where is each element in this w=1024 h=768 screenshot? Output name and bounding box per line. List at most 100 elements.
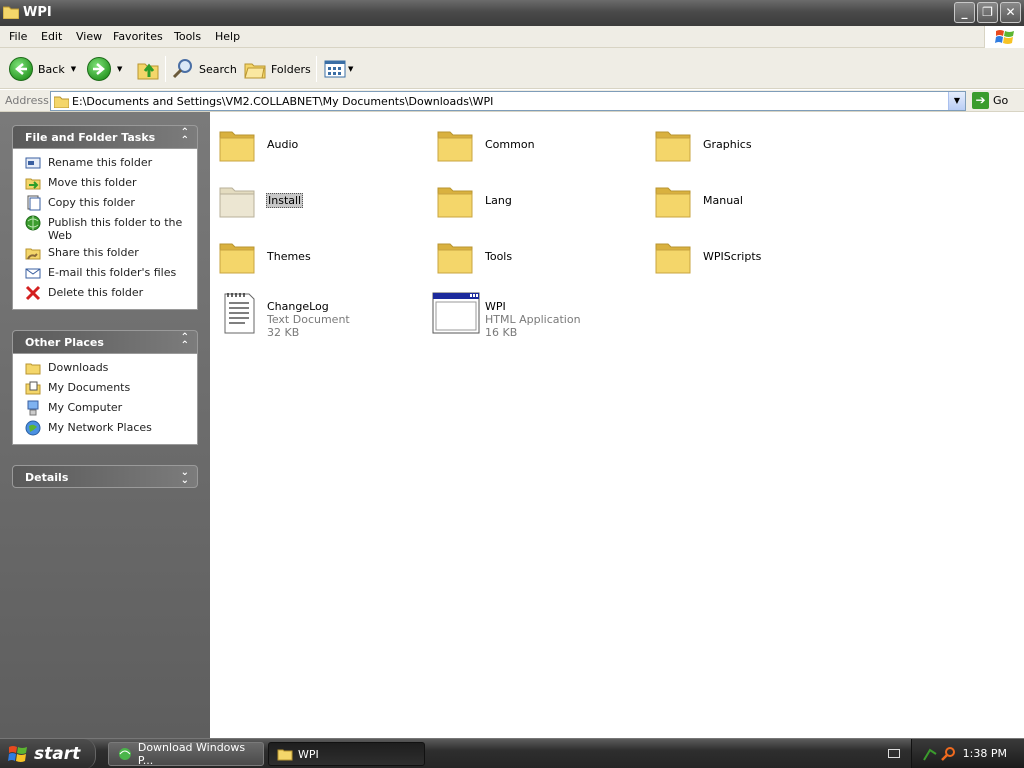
folder-name: Lang <box>485 194 512 207</box>
start-label: start <box>34 744 81 764</box>
my-documents-icon <box>25 381 41 395</box>
file-item[interactable]: ChangeLog Text Document 32 KB <box>210 286 410 342</box>
folder-item[interactable]: Themes <box>210 228 410 278</box>
folder-item[interactable]: Lang <box>428 172 628 222</box>
folder-icon <box>436 182 474 218</box>
folder-item[interactable]: Audio <box>210 116 410 166</box>
folders-button[interactable]: Folders <box>244 54 311 84</box>
menu-help[interactable]: Help <box>215 30 240 43</box>
folder-icon <box>436 238 474 274</box>
other-places-panel: Other Places ⌃ ⌃ Downloads My Documents M… <box>12 330 198 445</box>
task-publish-web[interactable]: Publish this folder to the Web <box>25 215 197 245</box>
folder-item[interactable]: Tools <box>428 228 628 278</box>
file-item[interactable]: WPI HTML Application 16 KB <box>428 286 628 342</box>
folder-icon <box>654 238 692 274</box>
forward-arrow-icon <box>87 57 111 81</box>
task-delete[interactable]: Delete this folder <box>25 285 197 305</box>
taskbar-item-wpi[interactable]: WPI <box>268 742 425 766</box>
title-bar: WPI _ ❐ ✕ <box>0 0 1024 26</box>
folder-item[interactable]: Graphics <box>646 116 846 166</box>
network-tray-icon[interactable] <box>922 746 938 762</box>
folder-icon <box>218 238 256 274</box>
toolbar-separator <box>165 56 166 82</box>
menu-favorites[interactable]: Favorites <box>113 30 163 43</box>
folder-item[interactable]: Install <box>210 172 410 222</box>
forward-button[interactable]: ▼ <box>87 54 122 84</box>
folder-name: Common <box>485 138 535 151</box>
search-label: Search <box>199 62 237 76</box>
go-label: Go <box>993 94 1009 107</box>
task-rename[interactable]: Rename this folder <box>25 155 197 175</box>
task-move[interactable]: Move this folder <box>25 175 197 195</box>
task-email[interactable]: E-mail this folder's files <box>25 265 197 285</box>
task-copy[interactable]: Copy this folder <box>25 195 197 215</box>
file-type: Text Document <box>267 313 350 326</box>
file-name: ChangeLog <box>267 300 329 313</box>
browser-icon <box>118 748 131 760</box>
file-size: 32 KB <box>267 326 300 339</box>
place-my-documents[interactable]: My Documents <box>25 380 197 400</box>
collapse-chevron-icon[interactable]: ⌃ ⌃ <box>181 333 189 351</box>
panel-header[interactable]: File and Folder Tasks ⌃ ⌃ <box>12 125 198 148</box>
panel-body: Rename this folder Move this folder Copy… <box>12 148 198 310</box>
folder-item[interactable]: Manual <box>646 172 846 222</box>
menu-view[interactable]: View <box>76 30 102 43</box>
taskbar-item-download-windows[interactable]: Download Windows P... <box>108 741 264 767</box>
folder-name: Tools <box>485 250 513 263</box>
place-my-computer[interactable]: My Computer <box>25 400 197 420</box>
address-dropdown-icon[interactable]: ▼ <box>948 92 965 110</box>
up-folder-icon <box>137 63 159 80</box>
html-application-icon <box>432 291 480 337</box>
back-dropdown-icon[interactable]: ▼ <box>71 65 76 73</box>
panel-header[interactable]: Details ⌄ ⌄ <box>12 465 198 488</box>
folders-icon <box>244 63 266 79</box>
file-list-view: Audio Common Graphics Install Lang Manual Them… <box>210 112 1024 738</box>
folder-icon <box>218 126 256 162</box>
delete-icon <box>25 285 41 301</box>
system-tray: 1:38 PM <box>911 739 1024 768</box>
collapse-chevron-icon[interactable]: ⌃ ⌃ <box>181 128 189 146</box>
up-folder-button[interactable] <box>136 54 160 84</box>
panel-body: Downloads My Documents My Computer My Ne… <box>12 353 198 445</box>
clock: 1:38 PM <box>962 747 1007 760</box>
close-button[interactable]: ✕ <box>1000 2 1021 23</box>
toolbar: Back ▼ ▼ Search Folders ▼ <box>0 48 1024 89</box>
file-folder-tasks-panel: File and Folder Tasks ⌃ ⌃ Rename this fol… <box>12 125 198 310</box>
folder-icon <box>277 749 293 761</box>
menu-file[interactable]: File <box>9 30 27 43</box>
folder-name: Install <box>266 193 304 208</box>
panel-header[interactable]: Other Places ⌃ ⌃ <box>12 330 198 353</box>
menu-tools[interactable]: Tools <box>174 30 201 43</box>
keyboard-icon[interactable] <box>888 749 900 758</box>
search-icon <box>172 59 192 79</box>
search-button[interactable]: Search <box>172 54 237 84</box>
window-title: WPI <box>23 5 52 20</box>
minimize-button[interactable]: _ <box>954 2 975 23</box>
place-network-places[interactable]: My Network Places <box>25 420 197 440</box>
task-share[interactable]: Share this folder <box>25 245 197 265</box>
details-panel: Details ⌄ ⌄ <box>12 465 198 488</box>
views-button[interactable]: ▼ <box>324 54 353 84</box>
menu-edit[interactable]: Edit <box>41 30 62 43</box>
panel-title: Other Places <box>25 336 104 349</box>
address-path[interactable]: E:\Documents and Settings\VM2.COLLABNET\… <box>72 95 493 108</box>
views-dropdown-icon[interactable]: ▼ <box>348 65 353 73</box>
minimize-icon: _ <box>961 5 968 19</box>
text-document-icon <box>220 291 268 337</box>
folder-item[interactable]: Common <box>428 116 628 166</box>
go-button[interactable]: ➔ Go <box>972 92 1008 109</box>
address-field[interactable]: E:\Documents and Settings\VM2.COLLABNET\… <box>50 91 966 111</box>
panel-title: File and Folder Tasks <box>25 131 156 144</box>
back-button[interactable]: Back ▼ <box>9 54 76 84</box>
folder-icon <box>3 6 19 19</box>
expand-chevron-icon[interactable]: ⌄ ⌄ <box>181 468 189 486</box>
folder-item[interactable]: WPIScripts <box>646 228 846 278</box>
place-downloads[interactable]: Downloads <box>25 360 197 380</box>
restore-button[interactable]: ❐ <box>977 2 998 23</box>
search-tray-icon[interactable] <box>940 746 956 762</box>
menu-bar: File Edit View Favorites Tools Help <box>0 26 1024 48</box>
start-button[interactable]: start <box>0 739 96 768</box>
back-arrow-icon <box>9 57 33 81</box>
folder-name: Graphics <box>703 138 752 151</box>
forward-dropdown-icon[interactable]: ▼ <box>117 65 122 73</box>
